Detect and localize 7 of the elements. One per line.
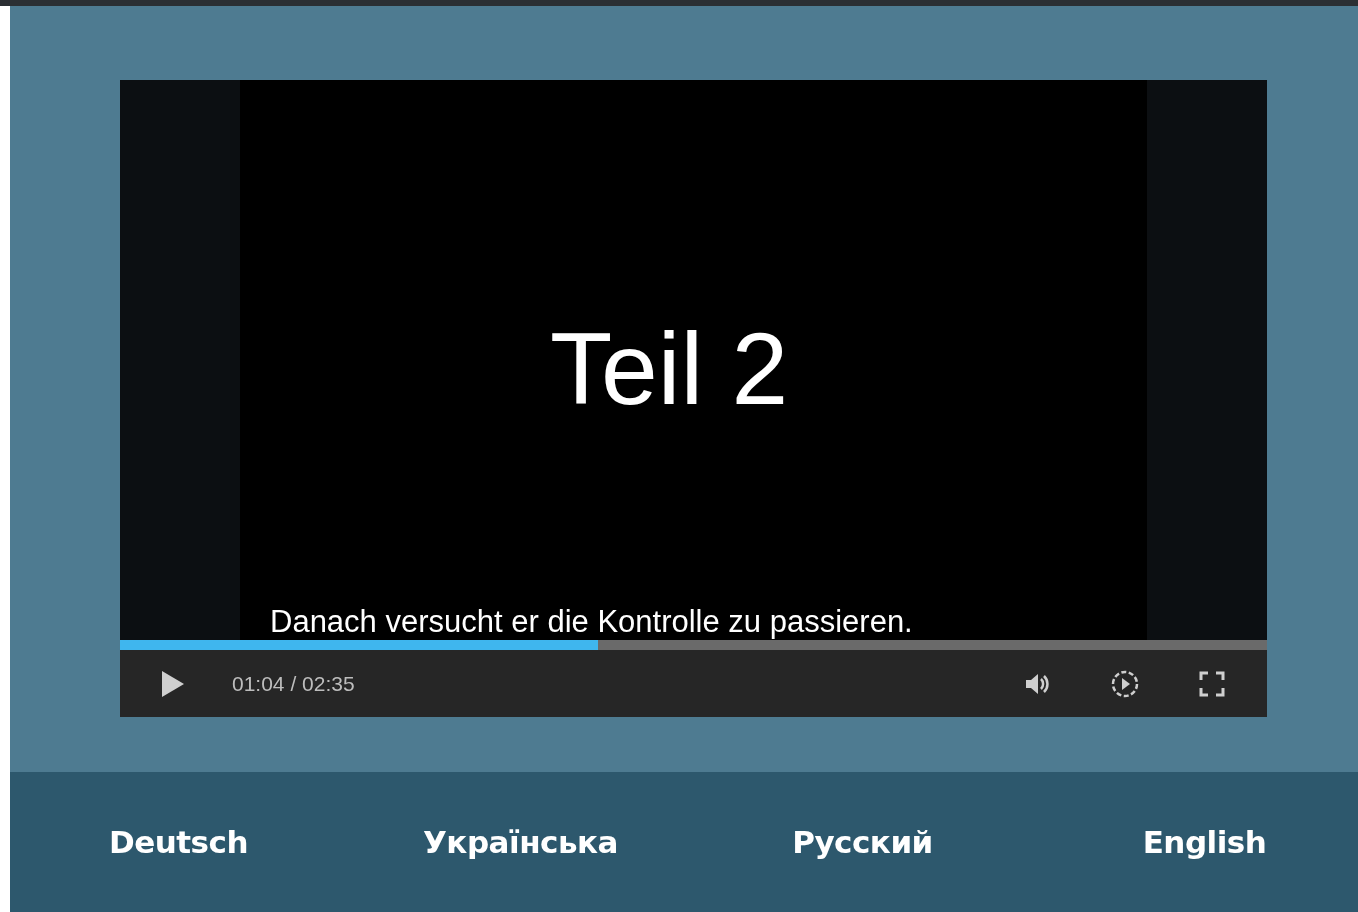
language-tab[interactable]: Русский [792,818,933,866]
language-tab[interactable]: Deutsch [108,818,248,866]
title-card-text: Teil 2 [550,318,789,420]
subtitle: Danach versucht er die Kontrolle zu passieren. [270,604,913,640]
time-display: 01:04 / 02:35 [232,670,355,697]
language-tab[interactable]: Українська [422,818,618,866]
language-tab[interactable]: English [1142,818,1267,866]
